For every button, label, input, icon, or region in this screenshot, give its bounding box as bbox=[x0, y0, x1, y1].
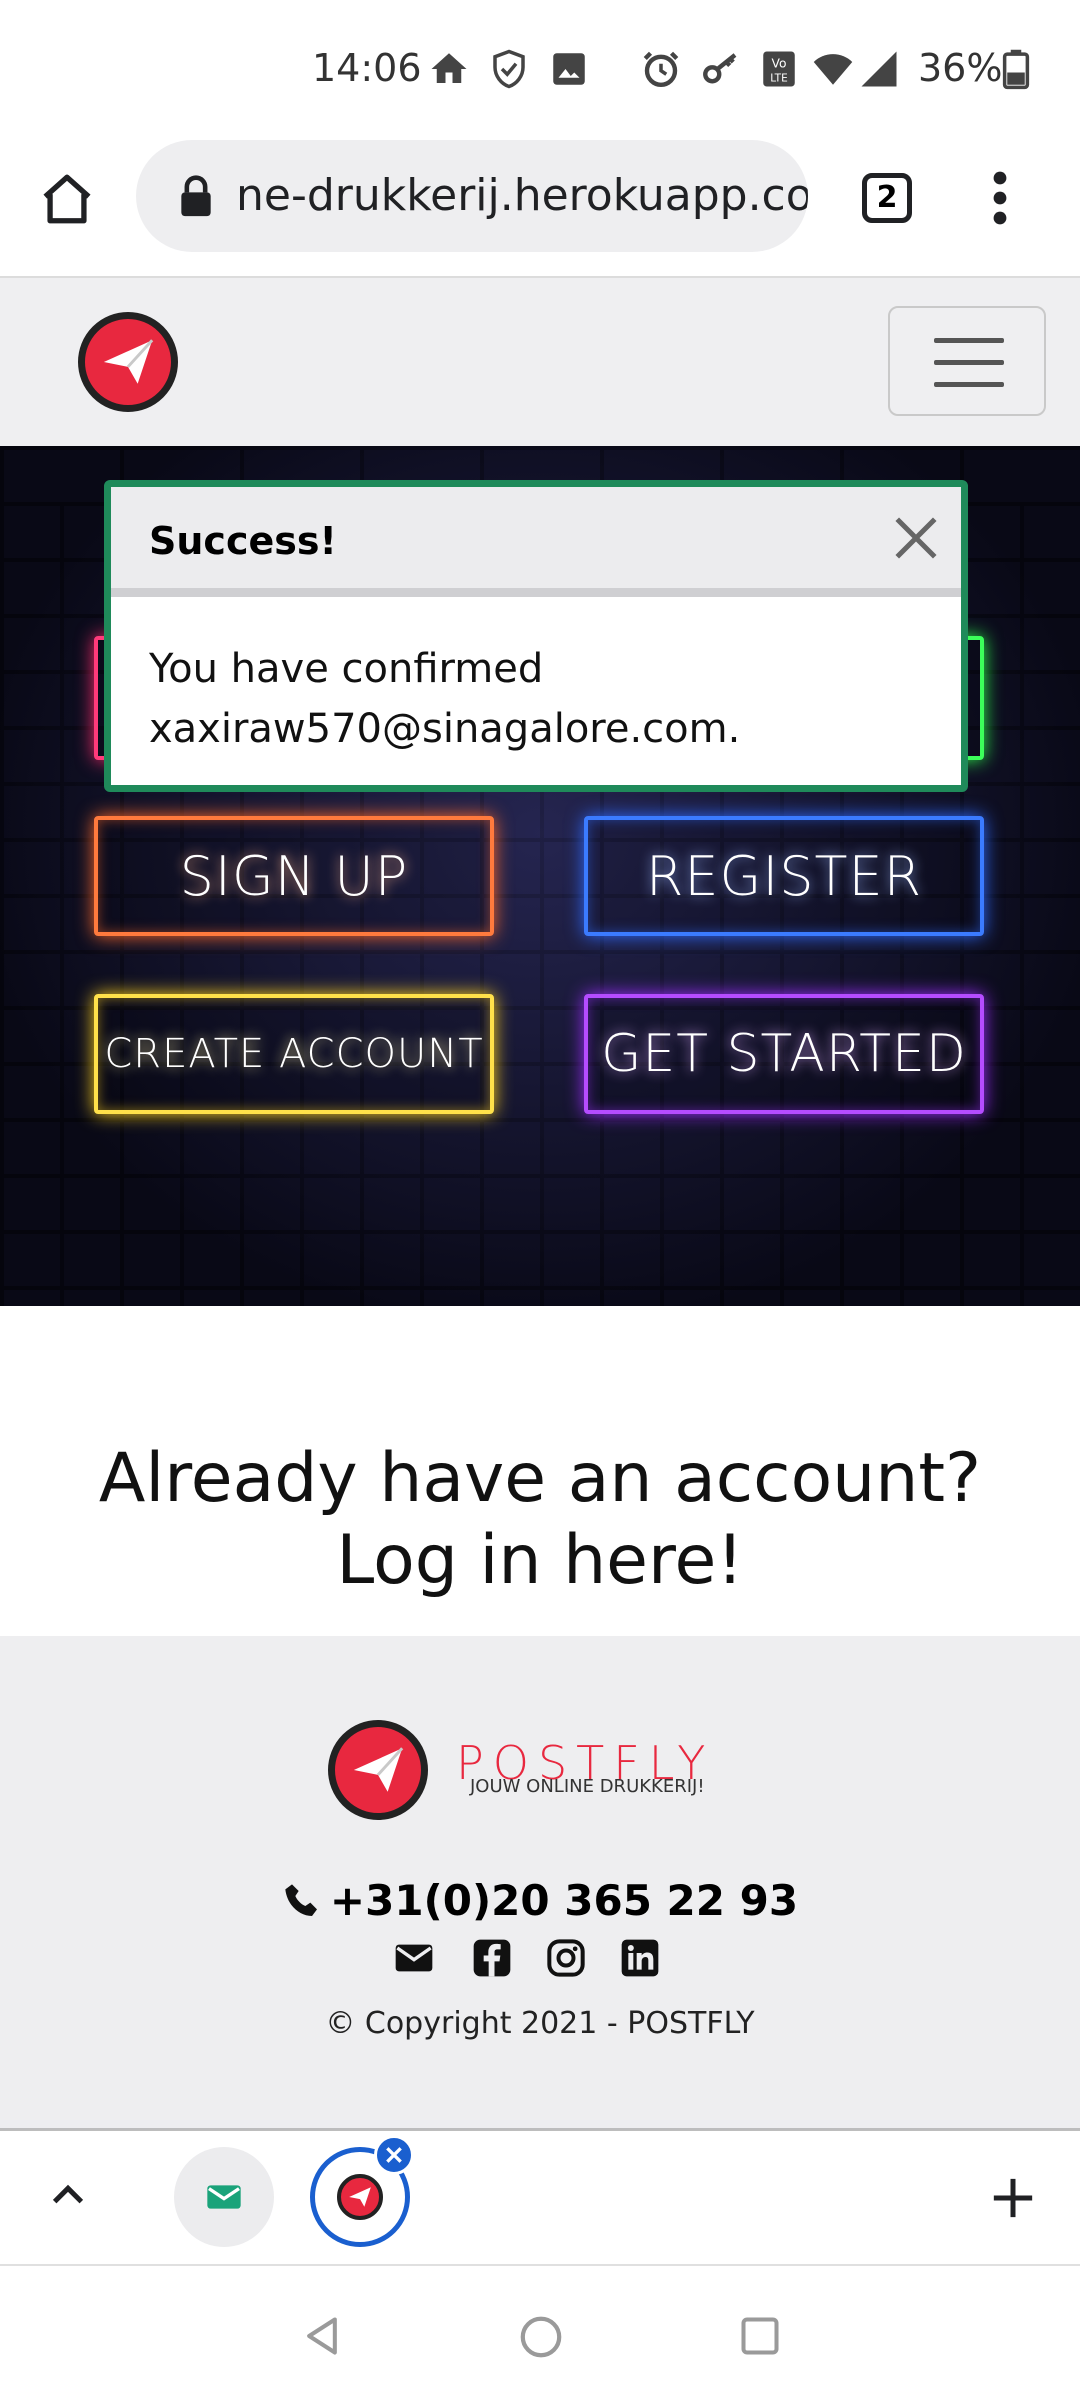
register-button[interactable]: REGISTER bbox=[584, 816, 984, 936]
svg-text:Vo: Vo bbox=[772, 56, 787, 70]
copyright-text: © Copyright 2021 - POSTFLY bbox=[325, 2006, 755, 2041]
toast-message: You have confirmed xaxiraw570@sinagalore… bbox=[149, 639, 929, 759]
shield-icon bbox=[493, 49, 525, 89]
paper-plane-icon bbox=[103, 339, 154, 384]
android-navigation-bar bbox=[0, 2264, 1080, 2400]
facebook-icon[interactable] bbox=[472, 1938, 512, 1978]
login-prompt: Already have an account? Log in here! bbox=[0, 1438, 1080, 1602]
status-bar: 14:06 Vo LTE 36% bbox=[0, 0, 1080, 140]
mail-app-icon bbox=[207, 2185, 241, 2209]
home-button-icon[interactable] bbox=[38, 170, 96, 228]
browser-tab-strip bbox=[0, 2128, 1080, 2264]
status-time: 14:06 bbox=[312, 46, 422, 90]
image-icon bbox=[553, 53, 585, 85]
menu-toggle-button[interactable] bbox=[888, 306, 1046, 416]
create-account-button[interactable]: CREATE ACCOUNT bbox=[94, 994, 494, 1114]
toast-title: Success! bbox=[149, 519, 337, 563]
wifi-icon bbox=[813, 54, 853, 85]
phone-number: +31(0)20 365 22 93 bbox=[329, 1876, 799, 1925]
footer: POSTFLY JOUW ONLINE DRUKKERIJ! +31(0)20 … bbox=[0, 1636, 1080, 2128]
battery-icon bbox=[1002, 49, 1030, 90]
address-bar[interactable]: ne-drukkerij.herokuapp.com bbox=[136, 140, 808, 252]
volte-icon: Vo LTE bbox=[763, 51, 795, 87]
paper-plane-icon bbox=[353, 1747, 404, 1792]
linkedin-icon[interactable] bbox=[620, 1938, 660, 1978]
svg-text:LTE: LTE bbox=[770, 72, 787, 84]
site-navbar bbox=[0, 276, 1080, 446]
close-icon bbox=[386, 2147, 402, 2163]
site-logo[interactable] bbox=[78, 312, 178, 412]
envelope-icon[interactable] bbox=[394, 1938, 434, 1978]
instagram-icon[interactable] bbox=[546, 1938, 586, 1978]
toast-message-line2: xaxiraw570@sinagalore.com. bbox=[149, 706, 741, 752]
get-started-button[interactable]: GET STARTED bbox=[584, 994, 984, 1114]
close-icon[interactable] bbox=[891, 513, 941, 563]
postfly-favicon bbox=[337, 2174, 383, 2220]
phone-icon bbox=[285, 1884, 317, 1916]
signal-icon bbox=[861, 51, 897, 87]
url-text: ne-drukkerij.herokuapp.com bbox=[236, 170, 808, 221]
alarm-icon bbox=[643, 51, 679, 87]
home-icon bbox=[431, 53, 467, 83]
new-tab-plus-icon[interactable] bbox=[990, 2175, 1036, 2221]
toast-message-line1: You have confirmed bbox=[149, 646, 544, 692]
more-options-icon[interactable] bbox=[980, 170, 1020, 226]
home-circle-icon[interactable] bbox=[518, 2314, 564, 2360]
key-icon bbox=[703, 53, 737, 84]
battery-percent: 36% bbox=[918, 46, 1003, 90]
browser-toolbar: ne-drukkerij.herokuapp.com 2 bbox=[0, 140, 1080, 276]
footer-logo bbox=[328, 1720, 428, 1820]
tab-thumbnail-tempmail[interactable] bbox=[174, 2147, 274, 2247]
success-toast: Success! You have confirmed xaxiraw570@s… bbox=[104, 480, 968, 792]
back-icon[interactable] bbox=[300, 2312, 344, 2360]
brand-tagline: JOUW ONLINE DRUKKERIJ! bbox=[470, 1776, 705, 1797]
close-tab-button[interactable] bbox=[374, 2135, 414, 2175]
sign-up-button[interactable]: SIGN UP bbox=[94, 816, 494, 936]
recents-icon[interactable] bbox=[738, 2314, 782, 2358]
lock-icon bbox=[181, 175, 211, 217]
phone-contact[interactable]: +31(0)20 365 22 93 bbox=[0, 1876, 1080, 1925]
login-prompt-line1: Already have an account? bbox=[98, 1439, 982, 1518]
tab-switcher-button[interactable]: 2 bbox=[862, 173, 912, 223]
paper-plane-icon bbox=[349, 2187, 371, 2207]
chevron-up-icon[interactable] bbox=[48, 2175, 88, 2215]
toast-header: Success! bbox=[111, 487, 961, 597]
login-link[interactable]: Log in here! bbox=[0, 1520, 1080, 1602]
